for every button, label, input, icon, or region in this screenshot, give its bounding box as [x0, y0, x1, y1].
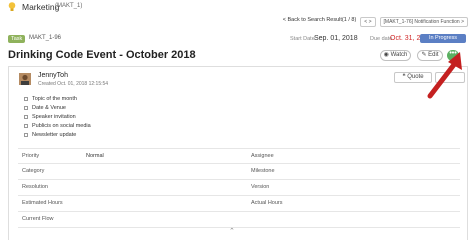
watch-button[interactable]: ◉ Watch — [380, 50, 411, 61]
priority-label: Priority — [22, 153, 40, 159]
project-name[interactable]: Marketing — [22, 2, 59, 12]
issue-fields-table: Priority Normal Assignee Category Milest… — [18, 148, 460, 228]
table-row: Current Flow — [18, 212, 460, 228]
issue-title-row: Drinking Code Event - October 2018 ◉ Wat… — [0, 47, 474, 63]
project-header: Marketing (MAKT_1) — [0, 0, 474, 15]
table-row: Priority Normal Assignee — [18, 148, 460, 164]
prev-next-buttons[interactable]: < > — [360, 17, 376, 27]
checklist-text: Topic of the month — [32, 95, 77, 102]
watch-label: Watch — [390, 52, 408, 58]
table-row: Resolution Version — [18, 180, 460, 196]
issue-summary: Drinking Code Event - October 2018 — [8, 49, 196, 61]
issue-type-badge: Task — [8, 35, 26, 43]
comment-created: Created Oct. 01, 2018 12:15:54 — [38, 81, 109, 87]
assignee-label: Assignee — [251, 153, 274, 159]
due-date-label: Due date — [370, 36, 393, 42]
checklist-text: Newsletter update — [32, 131, 77, 138]
checklist-text: Date & Venue — [32, 104, 66, 111]
start-date-label: Start Date — [290, 36, 315, 42]
avatar — [19, 73, 31, 85]
back-to-search-link[interactable]: < Back to Search Result(1 / 8) — [283, 17, 357, 27]
list-item: Date & Venue — [24, 103, 91, 112]
checkbox[interactable] — [24, 114, 28, 119]
list-item: Topic of the month — [24, 94, 91, 103]
annotation-arrow-icon — [427, 52, 462, 99]
status-badge[interactable]: In Progress — [420, 34, 466, 43]
issue-description-panel: JennyToh Created Oct. 01, 2018 12:15:54 … — [8, 66, 468, 240]
description-checklist: Topic of the month Date & Venue Speaker … — [24, 94, 91, 139]
estimated-hours-label: Estimated Hours — [22, 200, 63, 206]
project-key: (MAKT_1) — [55, 3, 83, 9]
milestone-label: Milestone — [251, 168, 275, 174]
lightbulb-icon — [8, 2, 16, 11]
checkbox[interactable] — [24, 105, 28, 110]
category-label: Category — [22, 168, 45, 174]
resolution-label: Resolution — [22, 184, 48, 190]
issue-navigation: < Back to Search Result(1 / 8) < > [MAKT… — [283, 17, 468, 27]
quote-icon: ❝ — [402, 74, 406, 80]
comment-author[interactable]: JennyToh — [38, 72, 68, 79]
current-flow-label: Current Flow — [22, 216, 54, 222]
table-row: Category Milestone — [18, 164, 460, 180]
table-row: Estimated Hours Actual Hours — [18, 196, 460, 212]
checklist-text: Speaker invitation — [32, 113, 76, 120]
issue-key: MAKT_1-96 — [29, 35, 62, 41]
list-item: Newsletter update — [24, 130, 91, 139]
eye-icon: ◉ — [383, 52, 389, 58]
checkbox[interactable] — [24, 123, 28, 128]
priority-value: Normal — [86, 153, 104, 159]
list-item: Speaker invitation — [24, 112, 91, 121]
checkbox[interactable] — [24, 132, 28, 137]
version-label: Version — [251, 184, 270, 190]
list-item: Publicis on social media — [24, 121, 91, 130]
checkbox[interactable] — [24, 96, 28, 101]
chevron-up-icon[interactable]: ⌃ — [229, 227, 235, 235]
actual-hours-label: Actual Hours — [251, 200, 283, 206]
parent-issue-link[interactable]: [MAKT_1-76] Notification Function > — [379, 17, 468, 27]
start-date-value: Sep. 01, 2018 — [314, 35, 358, 42]
issue-meta: Task MAKT_1-96 Start Date Sep. 01, 2018 … — [0, 34, 474, 46]
checklist-text: Publicis on social media — [32, 122, 91, 129]
